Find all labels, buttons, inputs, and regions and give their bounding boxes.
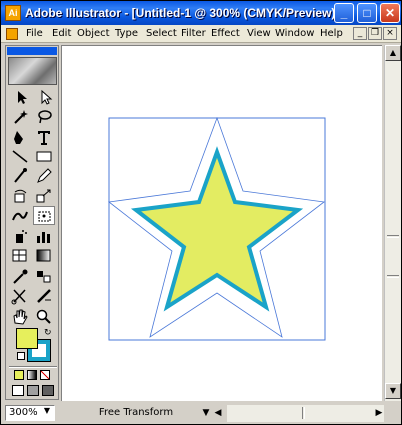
blend-tool-icon[interactable] bbox=[33, 267, 55, 286]
paintbrush-tool-icon[interactable] bbox=[9, 166, 31, 185]
window-title: Adobe Illustrator - [Untitled-1 @ 300% (… bbox=[25, 6, 343, 20]
toolbox-separator bbox=[9, 366, 57, 368]
doc-close-button[interactable]: × bbox=[383, 27, 397, 40]
scroll-right-arrow-icon[interactable]: ▶ bbox=[373, 406, 385, 420]
scale-tool-icon[interactable] bbox=[33, 187, 55, 206]
standard-screen-mode-icon[interactable] bbox=[12, 385, 24, 396]
zoom-tool-icon[interactable] bbox=[33, 307, 55, 326]
column-graph-tool-icon[interactable] bbox=[33, 227, 55, 246]
free-transform-tool-icon[interactable] bbox=[33, 206, 55, 225]
warp-tool-icon[interactable] bbox=[9, 206, 31, 225]
lasso-tool-icon[interactable] bbox=[33, 107, 55, 126]
selection-tool-icon[interactable] bbox=[9, 88, 31, 107]
menu-select[interactable]: Select bbox=[146, 28, 177, 39]
doc-minimize-button[interactable]: _ bbox=[353, 27, 367, 40]
menu-help[interactable]: Help bbox=[320, 28, 343, 39]
gradient-tool-icon[interactable] bbox=[33, 246, 55, 265]
full-screen-mode-icon[interactable] bbox=[42, 385, 54, 396]
none-mode-icon[interactable] bbox=[40, 370, 50, 380]
scroll-up-button[interactable]: ▲ bbox=[385, 45, 401, 61]
pencil-tool-icon[interactable] bbox=[33, 166, 55, 185]
scroll-left-arrow-icon[interactable]: ◀ bbox=[212, 406, 224, 420]
status-menu-arrow-icon[interactable]: ▼ bbox=[200, 406, 212, 420]
toolbox-header[interactable] bbox=[7, 47, 57, 55]
slice-tool-icon[interactable] bbox=[33, 286, 55, 305]
hscroll-thumb[interactable] bbox=[302, 407, 305, 419]
rectangle-tool-icon[interactable] bbox=[33, 147, 55, 166]
scroll-thumb[interactable] bbox=[387, 235, 399, 238]
hand-tool-icon[interactable] bbox=[9, 307, 31, 326]
symbol-sprayer-tool-icon[interactable] bbox=[9, 227, 31, 246]
document-icon[interactable] bbox=[6, 28, 18, 40]
mesh-tool-icon[interactable] bbox=[9, 246, 31, 265]
scroll-marker bbox=[387, 275, 399, 278]
gradient-mode-icon[interactable] bbox=[27, 370, 37, 380]
eyedropper-tool-icon[interactable] bbox=[9, 267, 31, 286]
toolbox: ↻ bbox=[5, 45, 59, 400]
zoom-dropdown-arrow-icon[interactable]: ▼ bbox=[41, 405, 53, 417]
menu-effect[interactable]: Effect bbox=[211, 28, 240, 39]
menu-window[interactable]: Window bbox=[275, 28, 314, 39]
line-tool-icon[interactable] bbox=[9, 147, 31, 166]
minimize-button[interactable]: _ bbox=[334, 3, 354, 23]
menu-object[interactable]: Object bbox=[77, 28, 110, 39]
full-screen-menu-mode-icon[interactable] bbox=[27, 385, 39, 396]
zoom-value: 300% bbox=[9, 407, 38, 418]
fill-swatch[interactable] bbox=[16, 328, 38, 349]
menu-edit[interactable]: Edit bbox=[52, 28, 71, 39]
scissors-tool-icon[interactable] bbox=[9, 286, 31, 305]
menu-bar: File Edit Object Type Select Filter Effe… bbox=[1, 25, 401, 43]
magic-wand-tool-icon[interactable] bbox=[9, 107, 31, 126]
title-bar[interactable]: Ai Adobe Illustrator - [Untitled-1 @ 300… bbox=[1, 1, 401, 25]
status-bar: 300% ▼ Free Transform ▼ ◀ ▶ bbox=[1, 403, 401, 424]
direct-selection-tool-icon[interactable] bbox=[33, 88, 55, 107]
horizontal-scrollbar[interactable] bbox=[227, 405, 384, 422]
maximize-button[interactable]: □ bbox=[357, 3, 377, 23]
scroll-down-button[interactable]: ▼ bbox=[385, 383, 401, 399]
document-canvas[interactable] bbox=[61, 45, 382, 401]
swap-colors-icon[interactable]: ↻ bbox=[44, 328, 52, 338]
illustrator-window: Ai Adobe Illustrator - [Untitled-1 @ 300… bbox=[0, 0, 402, 425]
menu-file[interactable]: File bbox=[26, 28, 43, 39]
color-mode-icon[interactable] bbox=[14, 370, 24, 380]
doc-restore-button[interactable]: ❐ bbox=[368, 27, 382, 40]
artwork bbox=[108, 116, 326, 341]
pen-tool-icon[interactable] bbox=[9, 128, 31, 147]
menu-view[interactable]: View bbox=[247, 28, 271, 39]
star-shape bbox=[130, 146, 304, 312]
type-tool-icon[interactable] bbox=[33, 128, 55, 147]
menu-filter[interactable]: Filter bbox=[181, 28, 206, 39]
menu-type[interactable]: Type bbox=[115, 28, 138, 39]
default-colors-icon[interactable] bbox=[17, 352, 25, 360]
status-tool-label: Free Transform bbox=[98, 407, 174, 418]
rotate-tool-icon[interactable] bbox=[9, 187, 31, 206]
close-button[interactable]: ✕ bbox=[380, 3, 400, 23]
toolbox-logo bbox=[8, 57, 57, 85]
illustrator-icon[interactable]: Ai bbox=[5, 5, 21, 21]
vertical-scrollbar[interactable]: ▲ ▼ bbox=[384, 45, 401, 401]
